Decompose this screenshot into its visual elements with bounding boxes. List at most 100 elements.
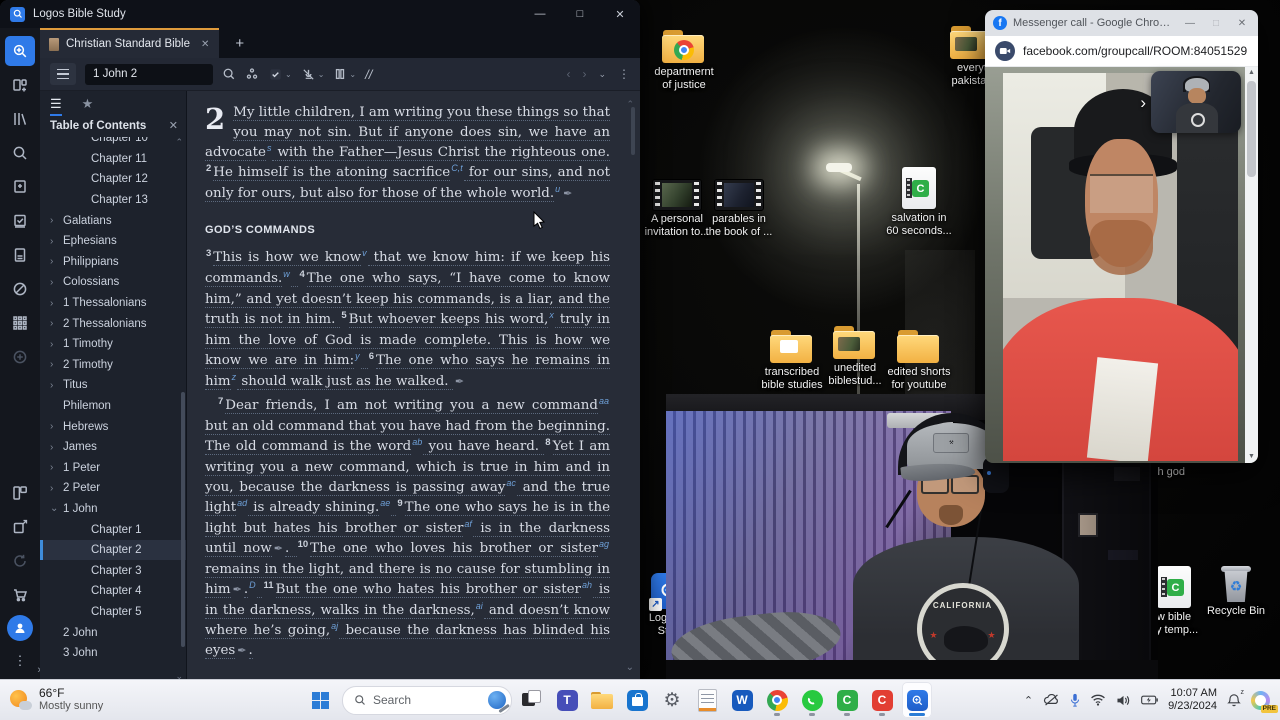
back-icon[interactable]: ‹ xyxy=(566,67,570,81)
close-all-panels-icon[interactable] xyxy=(5,512,35,542)
chrome-button[interactable] xyxy=(762,682,792,718)
toc-scroll-up-icon[interactable]: ⌃ xyxy=(175,137,183,148)
toc-tab-icon[interactable]: ☰ xyxy=(50,91,62,116)
chevron-right-icon[interactable]: › xyxy=(50,483,63,494)
footnote-marker[interactable]: ah xyxy=(582,580,592,590)
camtasia-button[interactable]: C xyxy=(832,682,862,718)
footnote-marker[interactable]: ae xyxy=(380,498,390,508)
messenger-title-bar[interactable]: f Messenger call - Google Chrome — □ ✕ xyxy=(985,10,1258,36)
toc-item[interactable]: ›1 Peter xyxy=(40,458,186,479)
cart-icon[interactable] xyxy=(5,580,35,610)
notes-icon[interactable] xyxy=(5,172,35,202)
close-button[interactable]: ✕ xyxy=(1232,18,1252,29)
battery-charging-icon[interactable] xyxy=(1141,695,1158,705)
footnote-marker[interactable]: ag xyxy=(599,539,609,549)
documents-icon[interactable] xyxy=(5,240,35,270)
tray-overflow-chevron[interactable]: ⌃ xyxy=(1024,694,1033,707)
footnote-marker[interactable]: v xyxy=(362,248,367,258)
toc-item[interactable]: Chapter 1 xyxy=(40,519,186,540)
wifi-icon[interactable] xyxy=(1090,694,1106,706)
onedrive-paused-icon[interactable] xyxy=(1043,694,1060,706)
notification-bell[interactable]: z xyxy=(1227,693,1241,708)
reference-input[interactable]: 1 John 2 xyxy=(85,64,213,85)
corresponding-selection-icon[interactable] xyxy=(245,67,259,81)
desktop-icon-edited-shorts[interactable]: edited shortsfor youtube xyxy=(880,330,958,392)
footnote-marker[interactable]: ab xyxy=(412,437,422,447)
panel-kebab-icon[interactable]: ⋮ xyxy=(618,67,630,81)
task-view-button[interactable] xyxy=(517,682,547,718)
bible-text-panel[interactable]: 2My little children, I am writing you th… xyxy=(187,91,640,682)
search-icon[interactable] xyxy=(5,138,35,168)
toc-item[interactable]: ›1 Timothy xyxy=(40,334,186,355)
footnote-marker[interactable]: D xyxy=(249,580,256,590)
toc-item[interactable]: Chapter 11 xyxy=(40,149,186,170)
start-button[interactable] xyxy=(303,683,337,717)
bookmarks-tab-icon[interactable]: ★ xyxy=(82,91,94,116)
desktop-icon-department-of-justice[interactable]: departmerntof justice xyxy=(645,30,723,92)
microsoft-store-button[interactable] xyxy=(622,682,652,718)
layouts-icon[interactable] xyxy=(5,478,35,508)
new-layout-icon[interactable] xyxy=(5,70,35,100)
footnote-marker[interactable]: s xyxy=(267,143,272,153)
toc-item[interactable]: Philemon xyxy=(40,396,186,417)
toc-item[interactable]: ›2 Thessalonians xyxy=(40,313,186,334)
more-options-icon[interactable]: ⋮ xyxy=(5,646,35,676)
toc-item[interactable]: Chapter 3 xyxy=(40,560,186,581)
add-panel-icon[interactable] xyxy=(5,342,35,372)
toc-item[interactable]: Chapter 4 xyxy=(40,581,186,602)
toc-item[interactable]: 3 John xyxy=(40,643,186,664)
library-icon[interactable] xyxy=(5,104,35,134)
toc-item[interactable]: ›James xyxy=(40,437,186,458)
close-button[interactable]: ✕ xyxy=(600,0,640,28)
forward-icon[interactable]: › xyxy=(582,67,586,81)
footnote-marker[interactable]: aj xyxy=(331,621,338,631)
sync-icon[interactable] xyxy=(5,546,35,576)
logos-taskbar-button[interactable] xyxy=(902,682,932,718)
toc-item[interactable]: ›Titus xyxy=(40,375,186,396)
scroll-down-icon[interactable]: ▼ xyxy=(1248,451,1255,463)
minimize-button[interactable]: — xyxy=(520,0,560,28)
toc-item[interactable]: Chapter 13 xyxy=(40,190,186,211)
toc-item[interactable]: ›Hebrews xyxy=(40,416,186,437)
chevron-right-icon[interactable]: › xyxy=(50,256,63,267)
desktop-icon-salvation-60-seconds[interactable]: C salvation in60 seconds... xyxy=(880,167,958,238)
toc-item[interactable]: ›2 Peter xyxy=(40,478,186,499)
history-dropdown-icon[interactable]: ⌄ xyxy=(598,69,606,80)
toc-item[interactable]: ›Galatians xyxy=(40,210,186,231)
chevron-right-icon[interactable]: › xyxy=(50,359,63,370)
footnote-marker[interactable]: z xyxy=(232,372,237,382)
minimize-button[interactable]: — xyxy=(1180,18,1200,29)
toc-item[interactable]: ›Philippians xyxy=(40,252,186,273)
highlighter-pen-icon[interactable]: ✒ xyxy=(563,187,572,200)
desktop-icon-recycle-bin[interactable]: ♻ Recycle Bin xyxy=(1203,566,1269,618)
chevron-right-icon[interactable]: › xyxy=(50,277,63,288)
highlighter-pen-icon[interactable]: ✒ xyxy=(233,583,242,596)
chevron-right-icon[interactable]: › xyxy=(50,318,63,329)
weather-widget[interactable]: 66°F Mostly sunny xyxy=(0,687,200,713)
file-explorer-button[interactable] xyxy=(587,682,617,718)
toc-item[interactable]: ›Ephesians xyxy=(40,231,186,252)
toc-item[interactable]: Chapter 12 xyxy=(40,169,186,190)
highlighter-pen-icon[interactable]: ✒ xyxy=(455,375,464,388)
microphone-active-icon[interactable] xyxy=(1070,693,1080,707)
tab-close-icon[interactable]: ✕ xyxy=(201,39,209,50)
text-scrollbar[interactable] xyxy=(631,107,635,155)
inline-search-icon[interactable] xyxy=(222,67,236,81)
toc-item[interactable]: Chapter 5 xyxy=(40,602,186,623)
camtasia-recorder-button[interactable]: C xyxy=(867,682,897,718)
messenger-scrollbar[interactable]: ▲ ▼ xyxy=(1245,67,1258,463)
workflow-icon[interactable] xyxy=(5,206,35,236)
chevron-right-icon[interactable]: › xyxy=(50,421,63,432)
tools-grid-icon[interactable] xyxy=(5,308,35,338)
highlighter-pen-icon[interactable]: ✒ xyxy=(274,542,283,555)
footnote-marker[interactable]: x xyxy=(549,310,554,320)
scroll-up-icon[interactable]: ▲ xyxy=(1248,67,1255,79)
chevron-right-icon[interactable]: › xyxy=(50,380,63,391)
chevron-right-icon[interactable]: › xyxy=(50,462,63,473)
columns-icon[interactable]: ⌄ xyxy=(333,67,356,81)
toc-item[interactable]: Chapter 10 xyxy=(40,137,186,149)
link-set-icon[interactable]: ⌄ xyxy=(301,67,325,82)
visual-filters-icon[interactable]: ⌄ xyxy=(268,67,292,82)
chevron-right-icon[interactable]: › xyxy=(50,236,63,247)
footnote-marker[interactable]: y xyxy=(355,351,360,361)
